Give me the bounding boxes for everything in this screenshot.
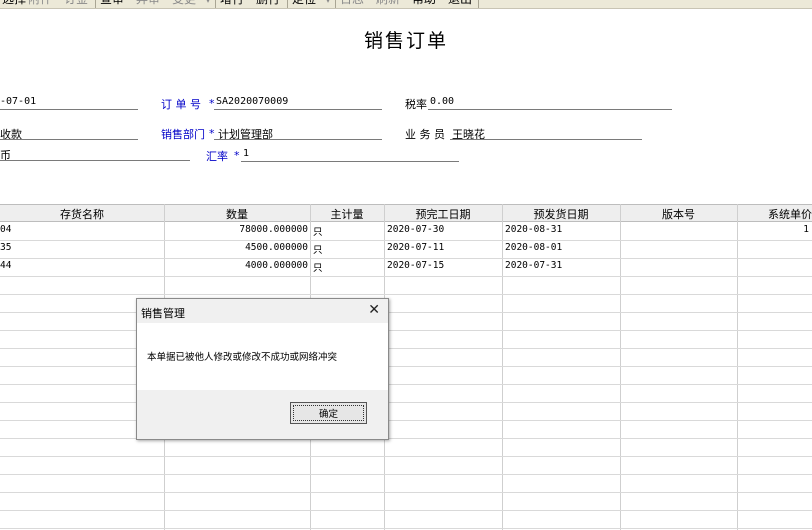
dialog-message: 本单据已被他人修改或修改不成功或网络冲突 [147, 352, 338, 363]
column-header-unit[interactable]: 主计量 [310, 206, 384, 222]
focus-rectangle [293, 405, 364, 421]
toolbar-dropdown-arrow-icon[interactable]: ▾ [205, 0, 211, 6]
toolbar: 选择 附件 订金 查审 弃审 变更 ▾ 增行 删行 定位 ▾ 日志 刷新 帮助 … [0, 0, 812, 9]
grid-row-divider [0, 420, 812, 421]
toolbar-separator [287, 0, 288, 8]
toolbar-select-button[interactable]: 选择 [2, 0, 26, 6]
toolbar-refresh-button[interactable]: 刷新 [376, 0, 400, 6]
tax-rate-field[interactable]: 0.00 [430, 96, 454, 107]
grid-row-divider [0, 366, 812, 367]
order-date-underline [0, 109, 138, 110]
toolbar-delete-row-button[interactable]: 删行 [256, 0, 280, 6]
salesperson-label: 业 务 员 [405, 128, 445, 141]
toolbar-unaudit-button[interactable]: 弃审 [136, 0, 160, 6]
toolbar-audit-button[interactable]: 查审 [100, 0, 124, 6]
grid-row-divider [0, 438, 812, 439]
grid-row-divider [0, 258, 812, 259]
column-header-system-price[interactable]: 系统单价 [737, 206, 812, 222]
cell-ship-date[interactable]: 2020-08-31 [505, 224, 615, 235]
exchange-rate-label: 汇率 [206, 150, 228, 163]
salesperson-underline [450, 139, 642, 140]
grid-column-divider [737, 204, 738, 530]
column-header-quantity[interactable]: 数量 [164, 206, 310, 222]
dept-label: 销售部门 [161, 128, 205, 141]
cell-unit[interactable]: 只 [313, 260, 373, 274]
cell-ship-date[interactable]: 2020-08-01 [505, 242, 615, 253]
grid-column-divider [620, 204, 621, 530]
cell-ship-date[interactable]: 2020-07-31 [505, 260, 615, 271]
ok-button[interactable]: 确定 [290, 402, 367, 424]
column-header-version[interactable]: 版本号 [620, 206, 737, 222]
currency-underline [0, 160, 190, 161]
dept-underline [214, 139, 382, 140]
order-no-field[interactable]: SA2020070009 [216, 96, 288, 107]
grid-row-divider [0, 330, 812, 331]
grid-row-divider [0, 510, 812, 511]
toolbar-exit-button[interactable]: 退出 [448, 0, 472, 6]
payment-underline [0, 139, 138, 140]
close-icon[interactable]: ✕ [368, 302, 380, 318]
cell-unit[interactable]: 只 [313, 242, 373, 256]
column-header-ship-date[interactable]: 预发货日期 [502, 206, 620, 222]
cell-system-price[interactable]: 1 [737, 224, 809, 235]
cell-quantity[interactable]: 4500.000000 [164, 242, 308, 253]
toolbar-locate-button[interactable]: 定位 [292, 0, 316, 6]
toolbar-separator [95, 0, 96, 8]
toolbar-locate-dropdown-icon[interactable]: ▾ [325, 0, 331, 6]
order-no-label: 订 单 号 [161, 98, 201, 111]
cell-quantity[interactable]: 4000.000000 [164, 260, 308, 271]
order-date-field[interactable]: -07-01 [0, 96, 36, 107]
grid-row-divider [0, 294, 812, 295]
cell-unit[interactable]: 只 [313, 224, 373, 238]
exchange-rate-required-mark: * [234, 149, 240, 162]
grid-row-divider [0, 240, 812, 241]
toolbar-log-button[interactable]: 日志 [340, 0, 364, 6]
cell-finish-date[interactable]: 2020-07-11 [387, 242, 497, 253]
exchange-rate-field[interactable]: 1 [243, 148, 249, 159]
cell-finish-date[interactable]: 2020-07-30 [387, 224, 497, 235]
grid-row-divider [0, 348, 812, 349]
grid-row-divider [0, 456, 812, 457]
sales-management-dialog: 销售管理 ✕ 本单据已被他人修改或修改不成功或网络冲突 确定 [136, 298, 389, 440]
grid-row-divider [0, 312, 812, 313]
tax-rate-label: 税率 [405, 98, 427, 111]
dialog-body: 本单据已被他人修改或修改不成功或网络冲突 [137, 323, 388, 390]
toolbar-deposit-button[interactable]: 订金 [64, 0, 88, 6]
grid-column-divider [502, 204, 503, 530]
dialog-title: 销售管理 [141, 307, 185, 320]
toolbar-separator [335, 0, 336, 8]
page-title: 销售订单 [363, 30, 448, 52]
grid-row-divider [0, 528, 812, 529]
order-no-underline [214, 109, 382, 110]
grid-row-divider [0, 402, 812, 403]
tax-rate-underline [428, 109, 672, 110]
column-header-finish-date[interactable]: 预完工日期 [384, 206, 502, 222]
cell-finish-date[interactable]: 2020-07-15 [387, 260, 497, 271]
toolbar-change-button[interactable]: 变更 [172, 0, 196, 6]
toolbar-add-row-button[interactable]: 增行 [220, 0, 244, 6]
toolbar-help-button[interactable]: 帮助 [412, 0, 436, 6]
grid-row-divider [0, 276, 812, 277]
grid-row-divider [0, 474, 812, 475]
toolbar-attachment-button[interactable]: 附件 [28, 0, 52, 6]
cell-item-name[interactable]: 44 [0, 260, 150, 271]
cell-item-name[interactable]: 04 [0, 224, 150, 235]
toolbar-separator [215, 0, 216, 8]
grid-row-divider [0, 492, 812, 493]
order-lines-grid[interactable]: 存货名称 数量 主计量 预完工日期 预发货日期 版本号 系统单价 04 78000… [0, 204, 812, 530]
cell-item-name[interactable]: 35 [0, 242, 150, 253]
cell-quantity[interactable]: 78000.000000 [164, 224, 308, 235]
column-header-item-name[interactable]: 存货名称 [0, 206, 164, 222]
grid-row-divider [0, 384, 812, 385]
toolbar-separator [478, 0, 479, 8]
exchange-rate-underline [241, 161, 459, 162]
